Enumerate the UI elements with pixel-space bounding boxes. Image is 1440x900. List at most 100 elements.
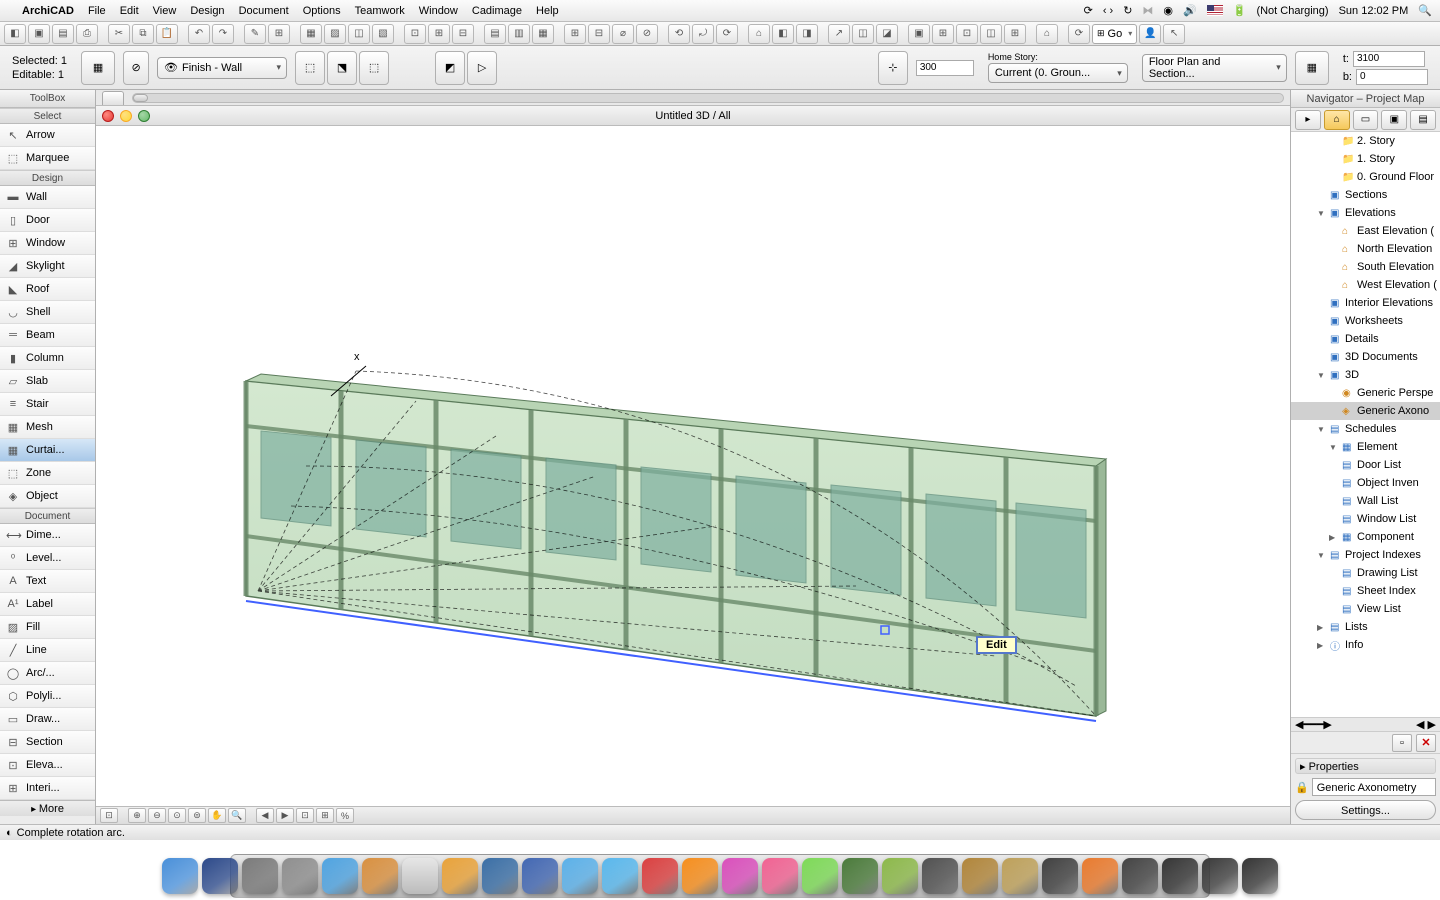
grid-btn[interactable]: ▦ xyxy=(81,51,115,85)
toolbar-btn-7[interactable]: 📋 xyxy=(156,24,178,44)
tree--object-inven[interactable]: ▤ Object Inven xyxy=(1291,474,1440,492)
dock-app-24[interactable] xyxy=(1122,858,1158,894)
tree-sections[interactable]: ▣Sections xyxy=(1291,186,1440,204)
geom-btn-3[interactable]: ⬚ xyxy=(359,51,389,85)
bluetooth-icon[interactable]: ⧓ xyxy=(1142,4,1153,17)
tool-draw[interactable]: ▭Draw... xyxy=(0,708,95,731)
dock-app-7[interactable] xyxy=(442,858,478,894)
toolbar-person-icon[interactable]: 👤 xyxy=(1139,24,1161,44)
edit-badge[interactable]: Edit xyxy=(976,636,1017,654)
menu-window[interactable]: Window xyxy=(419,5,458,17)
tree-north-elevation[interactable]: ⌂North Elevation xyxy=(1291,240,1440,258)
pan-btn[interactable]: ✋ xyxy=(208,808,226,823)
toolbar-btn-53[interactable]: ⟳ xyxy=(1068,24,1090,44)
nav-tab-4[interactable]: ▣ xyxy=(1381,110,1407,130)
tree-schedules[interactable]: ▼▤Schedules xyxy=(1291,420,1440,438)
nav-tab-project-map[interactable]: ⌂ xyxy=(1324,110,1350,130)
dock-app-17[interactable] xyxy=(842,858,878,894)
dock-app-9[interactable] xyxy=(522,858,558,894)
toolbar-btn-39[interactable]: ◨ xyxy=(796,24,818,44)
tool-level[interactable]: ⁰Level... xyxy=(0,547,95,570)
dock-app-18[interactable] xyxy=(882,858,918,894)
tree--wall-list[interactable]: ▤ Wall List xyxy=(1291,492,1440,510)
input-flag-icon[interactable] xyxy=(1207,5,1223,16)
toolbar-btn-20[interactable]: ⊡ xyxy=(404,24,426,44)
tree-view-list[interactable]: ▤View List xyxy=(1291,600,1440,618)
dock-app-16[interactable] xyxy=(802,858,838,894)
toolbar-btn-5[interactable]: ✂ xyxy=(108,24,130,44)
menu-options[interactable]: Options xyxy=(303,5,341,17)
tool-eleva[interactable]: ⊡Eleva... xyxy=(0,754,95,777)
toolbar-btn-30[interactable]: ⌀ xyxy=(612,24,634,44)
toolbar-btn-15[interactable]: ▦ xyxy=(300,24,322,44)
dock-app-25[interactable] xyxy=(1162,858,1198,894)
toolbar-btn-45[interactable]: ▣ xyxy=(908,24,930,44)
dock-app-11[interactable] xyxy=(602,858,638,894)
spotlight-icon[interactable]: 🔍 xyxy=(1418,4,1432,17)
grid-ref-btn[interactable]: ▦ xyxy=(1295,51,1329,85)
anchor-btn[interactable]: ⊹ xyxy=(878,51,908,85)
menu-file[interactable]: File xyxy=(88,5,106,17)
prev-btn[interactable]: ◀ xyxy=(256,808,274,823)
tree-west-elevation-[interactable]: ⌂West Elevation ( xyxy=(1291,276,1440,294)
battery-icon[interactable]: 🔋 xyxy=(1233,4,1247,17)
menu-edit[interactable]: Edit xyxy=(120,5,139,17)
toolbar-btn-38[interactable]: ◧ xyxy=(772,24,794,44)
tool-polyli[interactable]: ⬡Polyli... xyxy=(0,685,95,708)
tree-east-elevation-[interactable]: ⌂East Elevation ( xyxy=(1291,222,1440,240)
floorplan-dropdown[interactable]: Floor Plan and Section... xyxy=(1142,54,1287,82)
zoom-btn-4[interactable]: ⊜ xyxy=(188,808,206,823)
toolbar-btn-2[interactable]: ▤ xyxy=(52,24,74,44)
tool-mesh[interactable]: ▦Mesh xyxy=(0,416,95,439)
toolbar-btn-48[interactable]: ◫ xyxy=(980,24,1002,44)
const-btn-2[interactable]: ▷ xyxy=(467,51,497,85)
tool-label[interactable]: A¹Label xyxy=(0,593,95,616)
tree-elevations[interactable]: ▼▣Elevations xyxy=(1291,204,1440,222)
tool-object[interactable]: ◈Object xyxy=(0,485,95,508)
toolbar-btn-42[interactable]: ◫ xyxy=(852,24,874,44)
nav-btn[interactable]: ⊡ xyxy=(100,808,118,823)
tool-line[interactable]: ╱Line xyxy=(0,639,95,662)
fit-btn[interactable]: ⊞ xyxy=(316,808,334,823)
view-tab[interactable] xyxy=(102,91,124,105)
tree-component[interactable]: ▶▦Component xyxy=(1291,528,1440,546)
zoom-btn-1[interactable]: ⊕ xyxy=(128,808,146,823)
settings-button[interactable]: Settings... xyxy=(1295,800,1436,820)
toolbar-btn-37[interactable]: ⌂ xyxy=(748,24,770,44)
dock-app-15[interactable] xyxy=(762,858,798,894)
tool-dime[interactable]: ⟷Dime... xyxy=(0,524,95,547)
tree--window-list[interactable]: ▤ Window List xyxy=(1291,510,1440,528)
toolbar-btn-12[interactable]: ✎ xyxy=(244,24,266,44)
wifi-icon[interactable]: ◉ xyxy=(1163,4,1173,17)
tool-window[interactable]: ⊞Window xyxy=(0,232,95,255)
toolbar-btn-43[interactable]: ◪ xyxy=(876,24,898,44)
toolbar-btn-10[interactable]: ↷ xyxy=(212,24,234,44)
home-story-dropdown[interactable]: Current (0. Groun... xyxy=(988,63,1128,83)
close-icon[interactable] xyxy=(102,110,114,122)
tree-generic-axono[interactable]: ◈Generic Axono xyxy=(1291,402,1440,420)
nav-tab-3[interactable]: ▭ xyxy=(1353,110,1379,130)
next-btn[interactable]: ▶ xyxy=(276,808,294,823)
toolbar-btn-0[interactable]: ◧ xyxy=(4,24,26,44)
dock-app-19[interactable] xyxy=(922,858,958,894)
dock-app-14[interactable] xyxy=(722,858,758,894)
geom-btn-1[interactable]: ⬚ xyxy=(295,51,325,85)
zoom-btn-2[interactable]: ⊖ xyxy=(148,808,166,823)
menu-teamwork[interactable]: Teamwork xyxy=(355,5,405,17)
menu-cadimage[interactable]: Cadimage xyxy=(472,5,522,17)
nav-tab-1[interactable]: ▸ xyxy=(1295,110,1321,130)
toolbar-btn-25[interactable]: ▥ xyxy=(508,24,530,44)
minimize-icon[interactable] xyxy=(120,110,132,122)
dock-app-26[interactable] xyxy=(1202,858,1238,894)
dock-app-20[interactable] xyxy=(962,858,998,894)
layer-btn[interactable]: ⊘ xyxy=(123,51,149,85)
toolbar-btn-9[interactable]: ↶ xyxy=(188,24,210,44)
tool-column[interactable]: ▮Column xyxy=(0,347,95,370)
toolbar-btn-47[interactable]: ⊡ xyxy=(956,24,978,44)
toolbar-btn-21[interactable]: ⊞ xyxy=(428,24,450,44)
toolbar-btn-1[interactable]: ▣ xyxy=(28,24,50,44)
code-icon[interactable]: ‹ › xyxy=(1103,5,1113,17)
navigator-tree[interactable]: 📁2. Story📁1. Story📁0. Ground Floor▣Secti… xyxy=(1291,132,1440,718)
nav-new-btn[interactable]: ▫ xyxy=(1392,734,1412,752)
tool-marquee[interactable]: ⬚Marquee xyxy=(0,147,95,170)
